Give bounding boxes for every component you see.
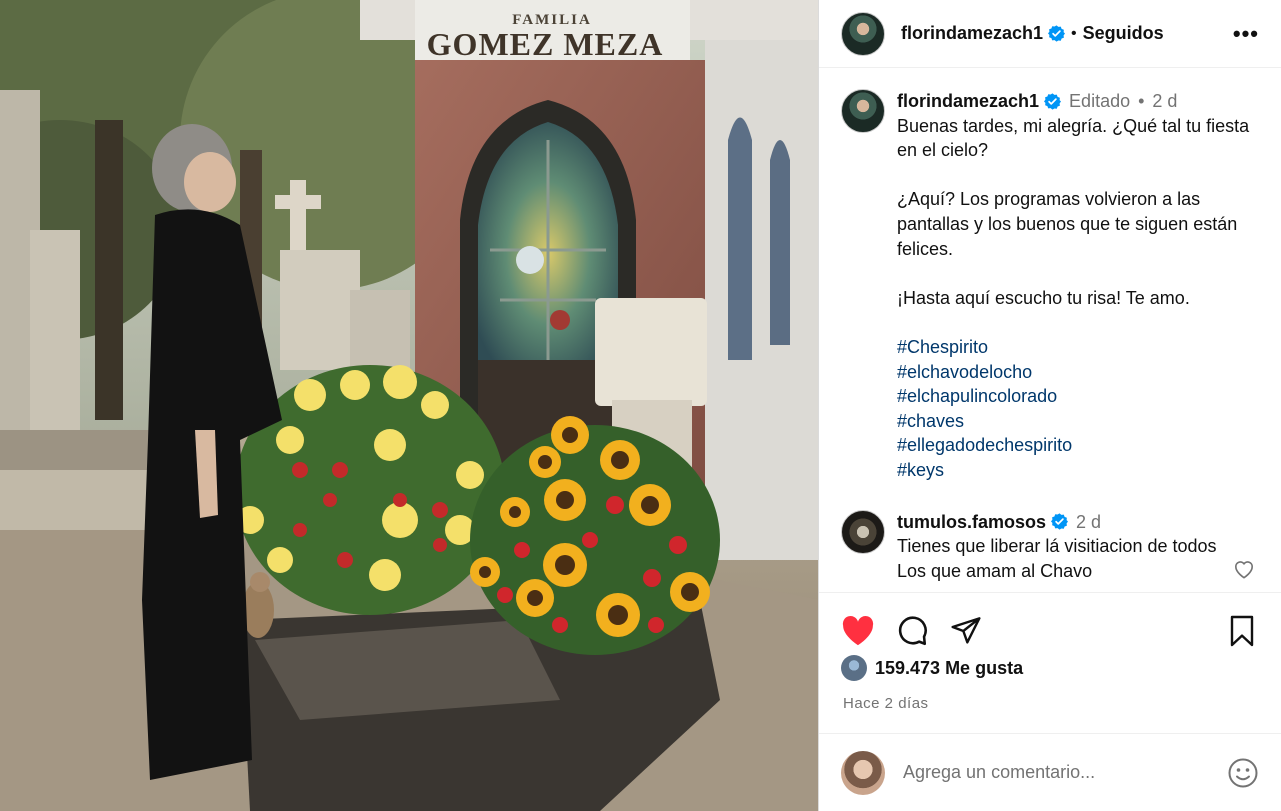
caption-username[interactable]: florindamezach1 [897, 89, 1039, 114]
comment-item: tumulos.famosos 2 d Tienes que liberar l… [819, 483, 1281, 584]
post-date[interactable]: Hace 2 días [819, 681, 1281, 712]
like-button[interactable] [841, 614, 875, 648]
save-button[interactable] [1225, 614, 1259, 648]
follow-status-button[interactable]: Seguidos [1083, 23, 1164, 44]
hashtag-link[interactable]: #Chespirito [897, 335, 1259, 360]
caption-line-2: ¿Aquí? Los programas volvieron a las pan… [897, 189, 1238, 259]
comment-icon [898, 616, 927, 646]
caption-line-3: ¡Hasta aquí escucho tu risa! Te amo. [897, 287, 1190, 308]
verified-badge-icon [1044, 93, 1062, 110]
comment-button[interactable] [895, 614, 929, 648]
comment-input[interactable] [903, 762, 1227, 783]
caption-separator: • [1138, 91, 1145, 111]
hashtag-link[interactable]: #ellegadodechespirito [897, 433, 1259, 458]
post-actions: 159.473 Me gusta Hace 2 días [819, 592, 1281, 712]
verified-badge-icon [1051, 513, 1069, 530]
hashtag-link[interactable]: #elchapulincolorado [897, 384, 1259, 409]
current-user-avatar [841, 750, 885, 795]
caption-comment: florindamezach1 Editado • 2 d Buenas tar… [819, 69, 1281, 483]
comment-time[interactable]: 2 d [1076, 510, 1101, 535]
emoji-icon[interactable] [1227, 757, 1259, 789]
post-photo-illustration: FAMILIA GOMEZ MEZA [0, 0, 818, 811]
post-header: florindamezach1 • Seguidos ••• [819, 0, 1281, 68]
commenter-avatar[interactable] [841, 509, 885, 554]
commenter-username[interactable]: tumulos.famosos [897, 510, 1046, 535]
comments-scroll-area[interactable]: florindamezach1 Editado • 2 d Buenas tar… [819, 69, 1281, 592]
share-button[interactable] [949, 614, 983, 648]
hashtag-link[interactable]: #chaves [897, 409, 1259, 434]
bookmark-icon [1230, 615, 1254, 647]
caption-text: Buenas tardes, mi alegría. ¿Qué tal tu f… [897, 114, 1259, 483]
header-separator: • [1071, 24, 1077, 42]
likes-count[interactable]: 159.473 Me gusta [875, 658, 1023, 679]
caption-time[interactable]: 2 d [1152, 89, 1177, 114]
comment-like-icon[interactable] [1233, 559, 1255, 579]
author-username[interactable]: florindamezach1 [901, 23, 1043, 44]
comment-text: Tienes que liberar lá visitiacion de tod… [897, 536, 1217, 581]
post-photo[interactable]: FAMILIA GOMEZ MEZA [0, 0, 818, 811]
caption-line-1: Buenas tardes, mi alegría. ¿Qué tal tu f… [897, 115, 1250, 161]
hashtag-link[interactable]: #elchavodelocho [897, 360, 1259, 385]
more-options-icon[interactable]: ••• [1233, 21, 1259, 47]
share-icon [951, 617, 981, 644]
likes-summary[interactable]: 159.473 Me gusta [819, 651, 1281, 681]
crypt-family-name: GOMEZ MEZA [427, 26, 664, 62]
author-avatar[interactable] [841, 11, 885, 56]
verified-badge-icon [1048, 25, 1066, 42]
comment-composer [819, 733, 1281, 811]
liker-avatar [841, 655, 867, 681]
edited-label: Editado [1069, 91, 1131, 111]
hashtag-link[interactable]: #keys [897, 458, 1259, 483]
post-detail-panel: florindamezach1 • Seguidos ••• florindam… [818, 0, 1281, 811]
heart-filled-icon [842, 616, 874, 646]
caption-avatar[interactable] [841, 89, 885, 133]
